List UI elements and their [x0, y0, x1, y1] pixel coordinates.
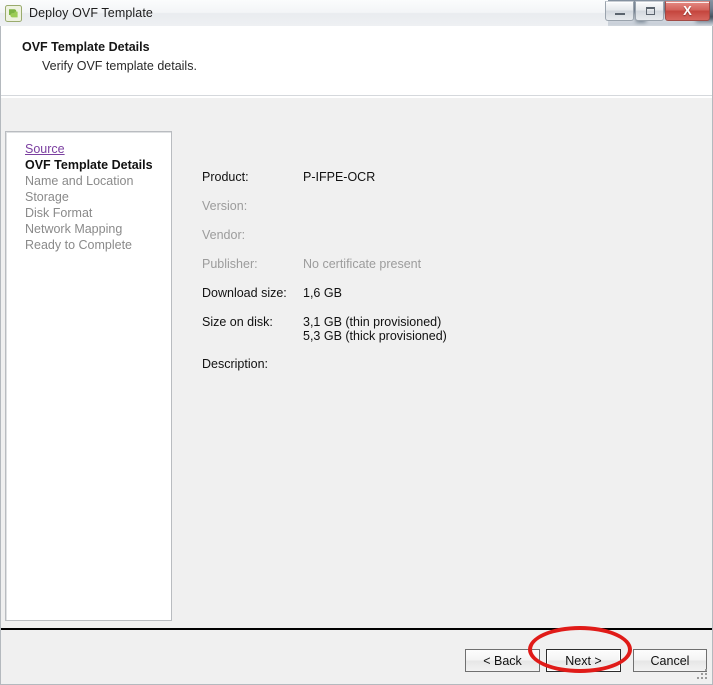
next-button[interactable]: Next >: [546, 649, 621, 672]
maximize-icon: [646, 7, 655, 15]
sidebar-item-ready-to-complete: Ready to Complete: [25, 238, 133, 252]
page-subtitle: Verify OVF template details.: [42, 59, 197, 73]
size-on-disk-label: Size on disk:: [202, 315, 273, 329]
download-size-label: Download size:: [202, 286, 287, 300]
window-title: Deploy OVF Template: [29, 6, 153, 20]
sidebar-item-name-and-location: Name and Location: [25, 174, 134, 188]
publisher-label: Publisher:: [202, 257, 258, 271]
ovf-details-pane: Product: P-IFPE-OCR Version: Vendor: Pub…: [176, 102, 708, 625]
wizard-step-sidebar: Source OVF Template Details Name and Loc…: [5, 131, 172, 621]
resize-grip[interactable]: [696, 668, 709, 681]
wizard-panel-area: Source OVF Template Details Name and Loc…: [1, 97, 712, 628]
minimize-button[interactable]: [605, 1, 634, 21]
title-bar: Deploy OVF Template: [0, 0, 608, 26]
wizard-footer: < Back Next > Cancel: [1, 630, 712, 684]
publisher-value: No certificate present: [303, 257, 422, 271]
screen: Deploy OVF Template X OVF Template Detai…: [0, 0, 713, 685]
sidebar-item-storage: Storage: [25, 190, 69, 204]
maximize-button[interactable]: [635, 1, 664, 21]
sidebar-item-ovf-template-details[interactable]: OVF Template Details: [25, 157, 173, 173]
sidebar-item-network-mapping: Network Mapping: [25, 222, 123, 236]
vendor-label: Vendor:: [202, 228, 246, 242]
ovf-template-icon: [5, 4, 22, 22]
download-size-value: 1,6 GB: [303, 286, 342, 300]
deploy-ovf-template-dialog: Deploy OVF Template X OVF Template Detai…: [0, 0, 713, 685]
description-label: Description:: [202, 357, 268, 371]
version-label: Version:: [202, 199, 248, 213]
page-title: OVF Template Details: [22, 40, 150, 54]
back-button[interactable]: < Back: [465, 649, 540, 672]
close-button[interactable]: X: [665, 1, 710, 21]
wizard-step-list: Source OVF Template Details Name and Loc…: [25, 141, 173, 253]
sidebar-item-source[interactable]: Source: [25, 141, 173, 157]
minimize-icon: [615, 13, 625, 15]
wizard-header: OVF Template Details Verify OVF template…: [1, 26, 712, 96]
window-controls: X: [605, 1, 710, 23]
sidebar-item-disk-format: Disk Format: [25, 206, 93, 220]
product-value: P-IFPE-OCR: [303, 170, 376, 184]
close-icon: X: [683, 3, 692, 18]
size-on-disk-thin: 3,1 GB (thin provisioned): [303, 315, 442, 329]
product-label: Product:: [202, 170, 249, 184]
dialog-body: OVF Template Details Verify OVF template…: [0, 26, 713, 685]
size-on-disk-thick: 5,3 GB (thick provisioned): [303, 329, 447, 343]
